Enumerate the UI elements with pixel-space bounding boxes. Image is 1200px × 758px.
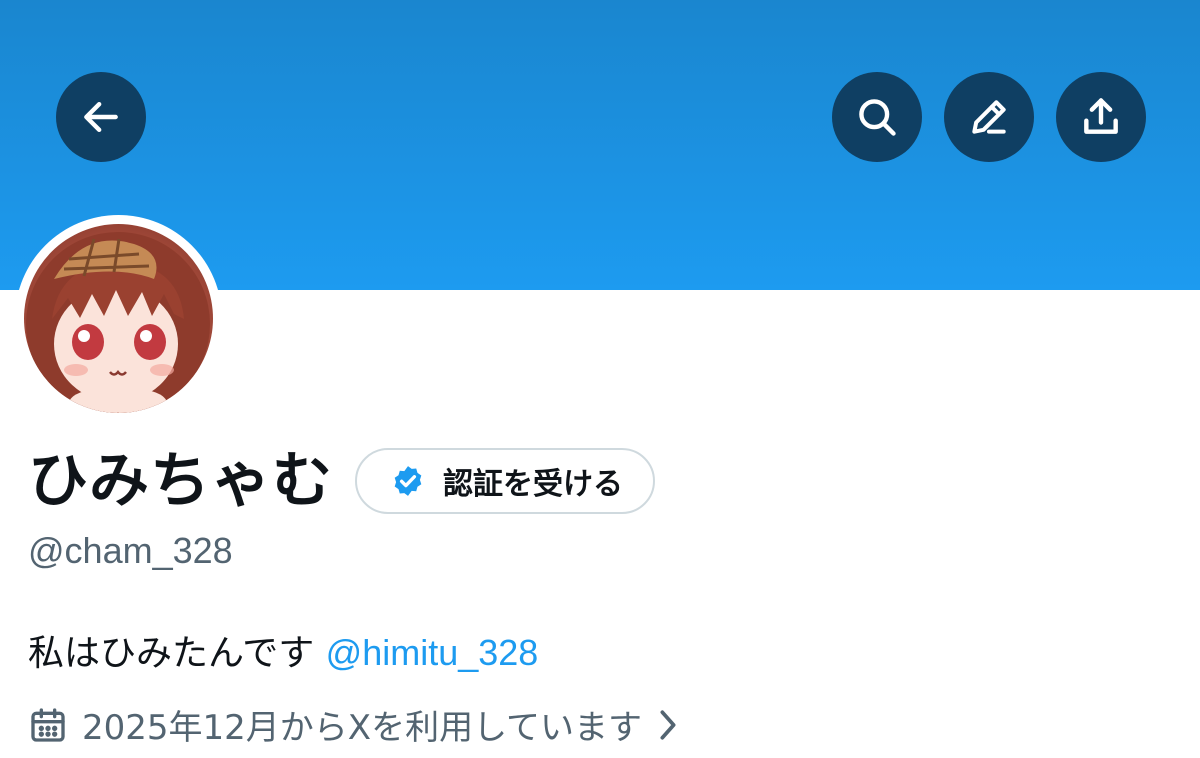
display-name: ひみちゃむ	[28, 446, 333, 516]
name-row: ひみちゃむ 認証を受ける	[28, 445, 655, 517]
edit-button[interactable]	[944, 72, 1034, 162]
share-upload-icon	[1084, 98, 1118, 134]
arrow-left-icon	[84, 101, 118, 133]
bio-mention-link[interactable]: @himitu_328	[326, 632, 539, 673]
join-date-text: 2025年12月からXを利用しています	[82, 708, 643, 748]
share-button[interactable]	[1056, 72, 1146, 162]
calendar-icon	[31, 707, 65, 742]
search-button[interactable]	[832, 72, 922, 162]
avatar[interactable]	[15, 215, 222, 422]
pencil-icon	[972, 100, 1006, 134]
verified-badge-icon	[394, 466, 422, 496]
join-date[interactable]: 2025年12月からXを利用しています	[28, 700, 682, 749]
get-verified-button[interactable]: 認証を受ける	[355, 448, 655, 514]
back-button[interactable]	[56, 72, 146, 162]
get-verified-label: 認証を受ける	[443, 467, 623, 502]
username-handle: @cham_328	[28, 530, 233, 571]
avatar-image	[24, 224, 213, 413]
search-icon	[859, 99, 896, 136]
chevron-right-icon	[660, 709, 676, 740]
bio: 私はひみたんです @himitu_328	[28, 624, 538, 676]
bio-text: 私はひみたんです	[28, 633, 326, 674]
